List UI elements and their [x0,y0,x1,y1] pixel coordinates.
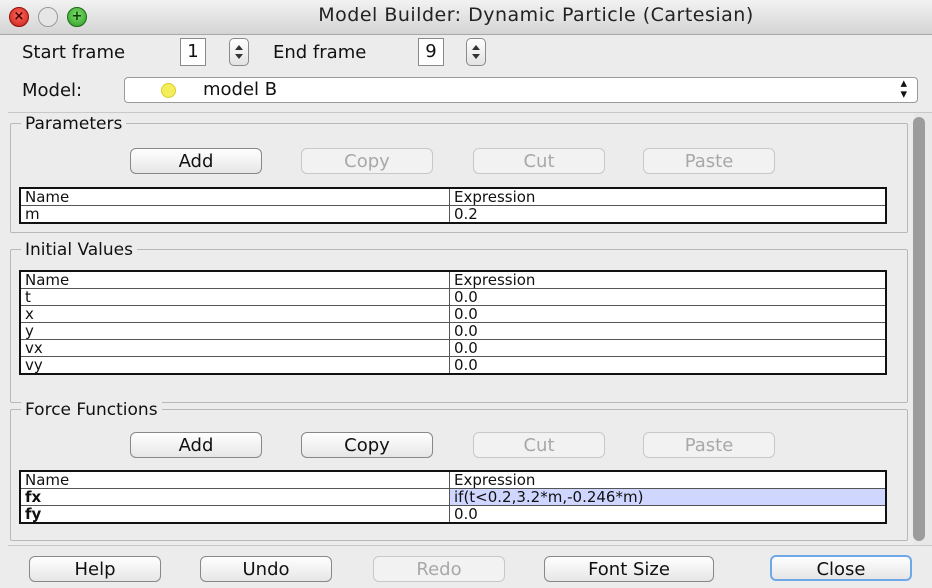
table-header-row: Name Expression [19,187,887,206]
zoom-window-button[interactable]: + [67,7,87,27]
cell-name[interactable]: t [19,288,450,306]
close-icon: × [13,9,25,24]
close-window-button[interactable]: × [9,7,29,27]
force-cut-button[interactable]: Cut [473,432,605,458]
footer-bar: Help Undo Redo Font Size Close [0,548,932,588]
cell-name[interactable]: y [19,322,450,340]
title-bar: × + Model Builder: Dynamic Particle (Car… [0,0,932,35]
column-header-expression[interactable]: Expression [449,470,887,489]
cell-name[interactable]: x [19,305,450,323]
initial-values-table[interactable]: Name Expression t 0.0 x 0.0 y 0.0 vx 0.0… [19,270,887,375]
column-header-name[interactable]: Name [19,470,450,489]
parameters-panel: Parameters Add Copy Cut Paste Name Expre… [10,114,908,233]
end-frame-label: End frame [273,42,367,63]
cell-expression[interactable]: 0.2 [449,205,887,224]
undo-button[interactable]: Undo [200,556,332,582]
cell-name[interactable]: fy [19,505,450,524]
end-frame-input[interactable]: 9 [418,38,444,66]
model-color-icon [161,83,176,98]
redo-button[interactable]: Redo [373,556,505,582]
table-row[interactable]: fx if(t<0.2,3.2*m,-0.246*m) [19,488,887,506]
model-select[interactable]: model B ▴ ▾ [124,77,918,103]
model-scroll-area[interactable]: Parameters Add Copy Cut Paste Name Expre… [8,112,932,546]
initial-values-title: Initial Values [21,240,137,260]
minimize-window-button[interactable] [38,7,58,27]
arrow-down-icon [472,54,480,59]
parameters-paste-button[interactable]: Paste [643,148,775,174]
table-row[interactable]: fy 0.0 [19,505,887,524]
table-row[interactable]: t 0.0 [19,288,887,306]
cell-name[interactable]: vy [19,356,450,375]
updown-arrows-icon: ▴ ▾ [900,76,907,102]
parameters-cut-button[interactable]: Cut [473,148,605,174]
table-row[interactable]: vy 0.0 [19,356,887,375]
force-paste-button[interactable]: Paste [643,432,775,458]
parameters-add-button[interactable]: Add [130,148,262,174]
scrollbar-thumb[interactable] [913,117,925,541]
end-frame-stepper[interactable] [466,38,486,66]
table-header-row: Name Expression [19,270,887,289]
window-title: Model Builder: Dynamic Particle (Cartesi… [318,4,754,26]
table-row[interactable]: y 0.0 [19,322,887,340]
close-button[interactable]: Close [770,555,912,581]
cell-name[interactable]: vx [19,339,450,357]
table-row[interactable]: m 0.2 [19,205,887,224]
start-frame-input[interactable]: 1 [180,38,206,66]
cell-name[interactable]: m [19,205,450,224]
cell-name[interactable]: fx [19,488,450,506]
force-functions-title: Force Functions [21,400,162,420]
force-copy-button[interactable]: Copy [301,432,433,458]
table-header-row: Name Expression [19,470,887,489]
cell-expression[interactable]: if(t<0.2,3.2*m,-0.246*m) [449,488,887,506]
help-button[interactable]: Help [29,556,161,582]
model-label: Model: [22,80,83,101]
column-header-name[interactable]: Name [19,270,450,289]
table-row[interactable]: x 0.0 [19,305,887,323]
parameters-table[interactable]: Name Expression m 0.2 [19,187,887,224]
initial-values-panel: Initial Values Name Expression t 0.0 x 0… [10,240,908,403]
cell-expression[interactable]: 0.0 [449,356,887,375]
table-row[interactable]: vx 0.0 [19,339,887,357]
column-header-expression[interactable]: Expression [449,270,887,289]
column-header-expression[interactable]: Expression [449,187,887,206]
cell-expression[interactable]: 0.0 [449,305,887,323]
cell-expression[interactable]: 0.0 [449,339,887,357]
cell-expression[interactable]: 0.0 [449,322,887,340]
parameters-title: Parameters [21,114,127,134]
force-functions-panel: Force Functions Add Copy Cut Paste Name … [10,400,908,541]
arrow-up-icon [235,45,243,50]
parameters-copy-button[interactable]: Copy [301,148,433,174]
arrow-up-icon [472,45,480,50]
model-select-value: model B [203,79,278,100]
column-header-name[interactable]: Name [19,187,450,206]
cell-expression[interactable]: 0.0 [449,505,887,524]
start-frame-stepper[interactable] [229,38,249,66]
force-add-button[interactable]: Add [130,432,262,458]
plus-icon: + [71,9,83,24]
force-functions-table[interactable]: Name Expression fx if(t<0.2,3.2*m,-0.246… [19,470,887,524]
start-frame-label: Start frame [22,42,126,63]
arrow-down-icon [235,54,243,59]
font-size-button[interactable]: Font Size [544,556,714,582]
cell-expression[interactable]: 0.0 [449,288,887,306]
